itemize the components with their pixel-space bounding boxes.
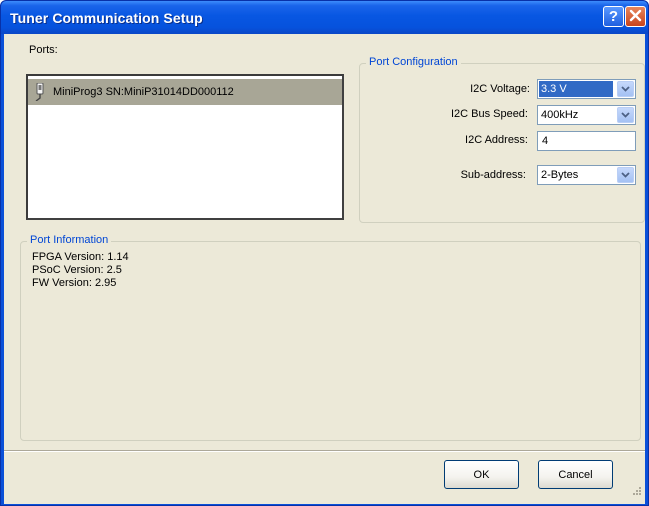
dialog-window: Tuner Communication Setup ? Ports: MiniP… xyxy=(0,0,649,506)
i2c-bus-speed-label: I2C Bus Speed: xyxy=(450,108,528,120)
chevron-down-icon[interactable] xyxy=(617,81,634,97)
port-information-legend: Port Information xyxy=(27,234,112,246)
i2c-bus-speed-select[interactable]: 400kHz xyxy=(537,105,636,125)
chevron-down-icon[interactable] xyxy=(617,107,634,123)
fpga-version-text: FPGA Version: 1.14 xyxy=(32,251,129,263)
title-bar[interactable]: Tuner Communication Setup ? xyxy=(1,1,648,34)
resize-grip-icon[interactable] xyxy=(631,485,642,499)
psoc-version-text: PSoC Version: 2.5 xyxy=(32,264,122,276)
ok-button[interactable]: OK xyxy=(444,460,519,489)
i2c-voltage-label: I2C Voltage: xyxy=(470,83,530,95)
sub-address-value: 2-Bytes xyxy=(541,169,579,181)
ports-list-item[interactable]: MiniProg3 SN:MiniP31014DD000112 xyxy=(28,79,342,105)
port-configuration-legend: Port Configuration xyxy=(366,56,461,68)
help-icon: ? xyxy=(608,8,619,25)
help-button[interactable]: ? xyxy=(603,6,624,27)
close-button[interactable] xyxy=(625,6,646,27)
cancel-button[interactable]: Cancel xyxy=(538,460,613,489)
fw-version-text: FW Version: 2.95 xyxy=(32,277,117,289)
ports-list[interactable]: MiniProg3 SN:MiniP31014DD000112 xyxy=(26,74,344,220)
i2c-bus-speed-value: 400kHz xyxy=(541,109,579,121)
i2c-address-label: I2C Address: xyxy=(465,134,528,146)
footer-separator xyxy=(4,450,645,452)
ports-label: Ports: xyxy=(29,44,58,56)
i2c-voltage-select[interactable]: 3.3 V xyxy=(537,79,636,99)
usb-device-icon xyxy=(33,79,51,105)
sub-address-select[interactable]: 2-Bytes xyxy=(537,165,636,185)
window-title: Tuner Communication Setup xyxy=(10,10,203,26)
i2c-address-input[interactable]: 4 xyxy=(537,131,636,151)
sub-address-label: Sub-address: xyxy=(460,169,526,181)
close-icon xyxy=(629,9,642,25)
chevron-down-icon[interactable] xyxy=(617,167,634,183)
port-item-label: MiniProg3 SN:MiniP31014DD000112 xyxy=(53,86,234,98)
i2c-voltage-value: 3.3 V xyxy=(539,81,613,97)
